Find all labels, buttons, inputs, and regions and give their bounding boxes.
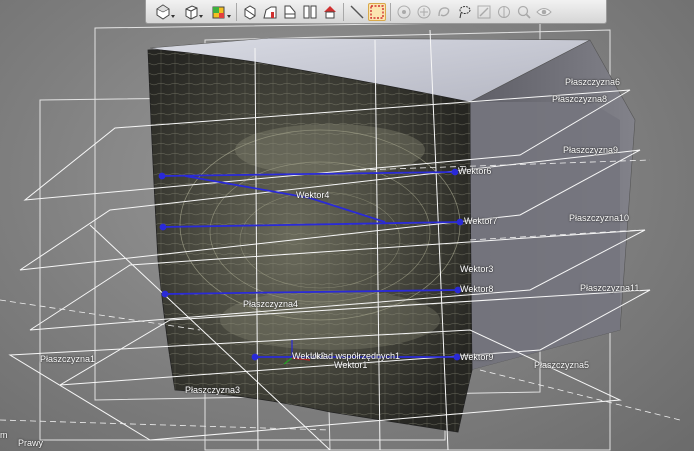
edit-button[interactable] [475,3,493,21]
appearance-button[interactable] [206,3,232,21]
plane-3-label[interactable]: Płaszczyzna3 [185,385,240,395]
view-plane-front-button[interactable] [261,3,279,21]
target-icon [396,4,412,20]
vector-4-label[interactable]: Wektor4 [296,190,329,200]
box-select-icon [369,4,385,20]
plane-9-label[interactable]: Płaszczyzna9 [563,145,618,155]
section-view-button[interactable] [241,3,259,21]
plane-10-label[interactable]: Płaszczyzna10 [569,213,629,223]
lasso-select-button[interactable] [455,3,473,21]
appearance-icon [211,4,227,20]
view-plane-right-icon [282,4,298,20]
toolbar-separator [343,2,344,21]
plane-4-label[interactable]: Płaszczyzna4 [243,299,298,309]
chevron-down-icon [199,14,203,18]
heads-up-view-toolbar [145,0,607,24]
split-view-button[interactable] [301,3,319,21]
section-view-icon [242,4,258,20]
chevron-down-icon [227,14,231,18]
chevron-down-icon [171,14,175,18]
target-plus-button[interactable] [415,3,433,21]
target-button[interactable] [395,3,413,21]
toolbar-separator [236,2,237,21]
edit-icon [476,4,492,20]
split-view-icon [302,4,318,20]
target-plus-icon [416,4,432,20]
view-plane-right-button[interactable] [281,3,299,21]
apply-scene-button[interactable] [321,3,339,21]
eye-icon [536,4,552,20]
toolbar-separator [390,2,391,21]
plane-1-label[interactable]: Płaszczyzna1 [40,354,95,364]
view-orientation-label: Prawy [18,438,44,448]
magnify-icon [516,4,532,20]
plane-5-label[interactable]: Płaszczyzna5 [534,360,589,370]
vector-1-label[interactable]: Wektor1 [334,360,367,370]
loop-button[interactable] [435,3,453,21]
magnify-button[interactable] [515,3,533,21]
loop-icon [436,4,452,20]
box-select-button[interactable] [368,2,386,21]
3d-scene[interactable] [0,0,694,451]
plane-11-label[interactable]: Płaszczyzna11 [580,283,639,293]
apply-scene-icon [322,4,338,20]
unit-label: m [0,430,8,440]
display-style-icon [183,4,199,20]
rotate-button[interactable] [495,3,513,21]
view-orientation-button[interactable] [150,3,176,21]
plane-8-label[interactable]: Płaszczyzna8 [552,94,607,104]
eye-button[interactable] [535,3,553,21]
vector-7-label[interactable]: Wektor7 [464,216,497,226]
view-plane-front-icon [262,4,278,20]
coordinate-system-label[interactable]: Układ współrzędnych1 [310,351,400,361]
lasso-select-icon [456,4,472,20]
plane-6-label[interactable]: Płaszczyzna6 [565,77,620,87]
rotate-icon [496,4,512,20]
vector-8-label[interactable]: Wektor8 [460,284,493,294]
measure-line-button[interactable] [348,3,366,21]
measure-line-icon [349,4,365,20]
view-orientation-icon [155,3,171,20]
vector-3-label[interactable]: Wektor3 [460,264,493,274]
display-style-button[interactable] [178,3,204,21]
vector-6-label[interactable]: Wektor6 [458,166,491,176]
vector-9-label[interactable]: Wektor9 [460,352,493,362]
graphics-viewport[interactable]: Płaszczyzna6 Płaszczyzna8 Płaszczyzna9 P… [0,0,694,451]
